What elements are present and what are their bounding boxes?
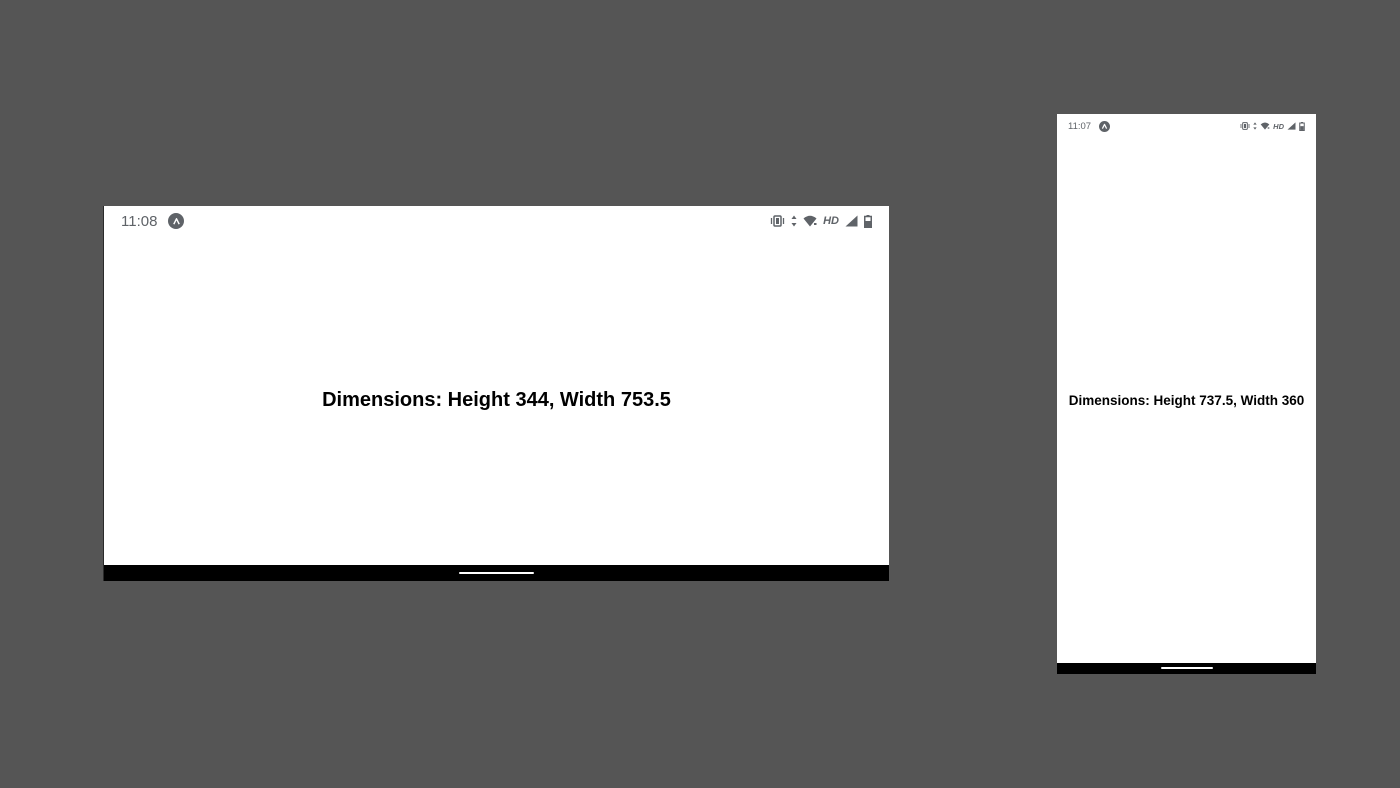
home-gesture-handle[interactable] (1160, 667, 1213, 669)
status-clock: 11:07 (1068, 120, 1092, 132)
dimensions-text: Dimensions: Height 344, Width 753.5 (322, 389, 671, 411)
dimensions-text: Dimensions: Height 737.5, Width 360 (1068, 393, 1305, 408)
vibrate-icon (770, 215, 785, 227)
status-icons: HD (1240, 121, 1305, 131)
arrow-up-icon (168, 213, 185, 229)
status-icons: HD (770, 214, 872, 228)
status-bar: 11:07 HD (1057, 114, 1316, 138)
home-gesture-handle[interactable] (459, 572, 534, 574)
battery-icon (864, 214, 872, 228)
hd-label: HD (1273, 121, 1284, 131)
status-clock: 11:08 (121, 212, 158, 230)
navigation-bar (1057, 663, 1316, 674)
navigation-bar (104, 565, 889, 581)
status-bar: 11:08 HD (104, 206, 889, 236)
arrow-up-icon (1099, 120, 1111, 132)
portrait-phone-screen: 11:07 HD Dimensions: Height 737.5, Width… (1057, 114, 1316, 674)
wifi-icon (1260, 122, 1270, 130)
vibrate-icon (1240, 122, 1250, 130)
landscape-phone-screen: 11:08 HD Dimensions: Height 344, Width 7… (103, 206, 889, 581)
data-activity-icon (1253, 122, 1257, 130)
wifi-icon (803, 215, 817, 227)
cell-signal-icon (1287, 122, 1296, 130)
cell-signal-icon (845, 215, 858, 227)
battery-icon (1299, 121, 1305, 131)
hd-label: HD (823, 215, 839, 227)
data-activity-icon (791, 215, 797, 227)
